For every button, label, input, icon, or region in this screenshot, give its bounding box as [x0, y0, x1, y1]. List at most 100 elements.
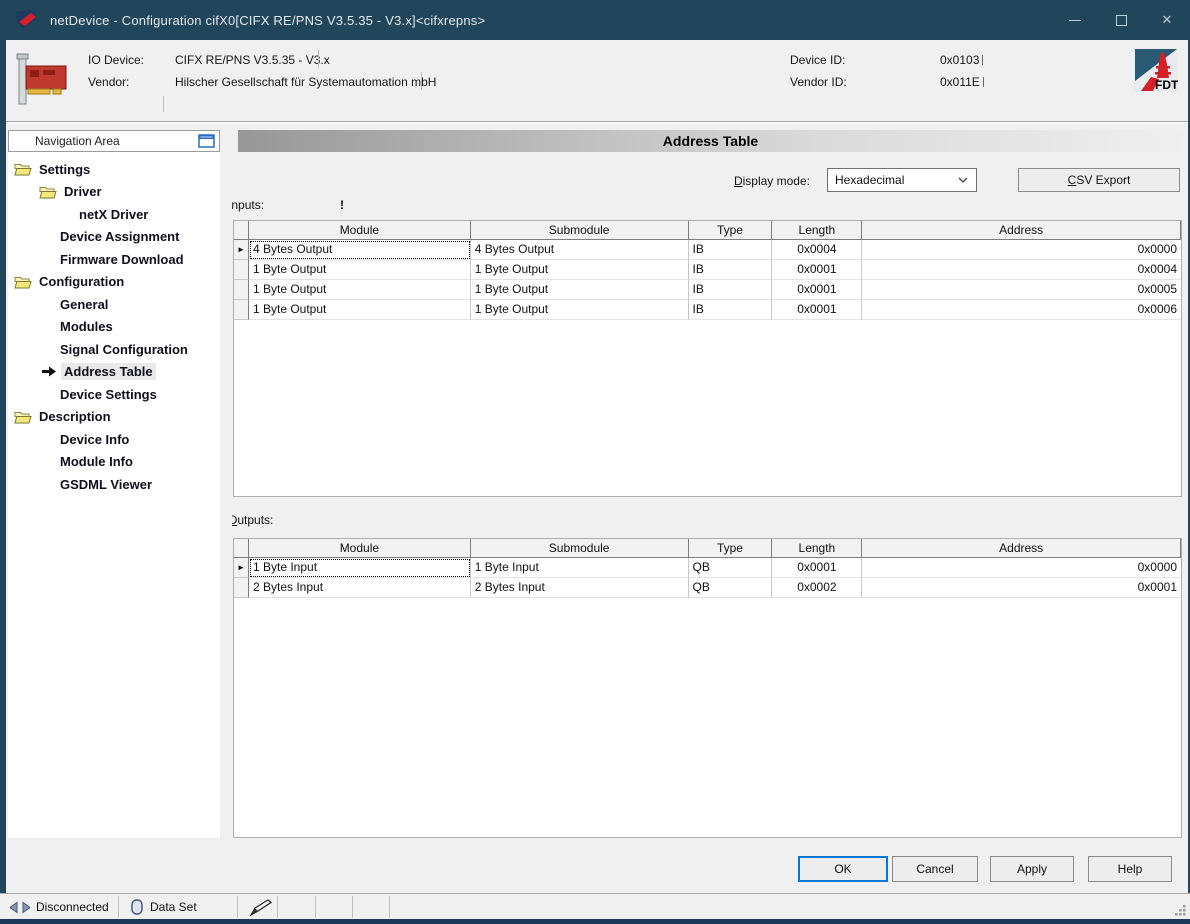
nav-item-settings[interactable]: Settings [8, 158, 220, 181]
nav-item-module-info[interactable]: Module Info [8, 451, 220, 474]
csv-export-button[interactable]: CSV Export [1018, 168, 1180, 192]
minimize-icon [1069, 20, 1081, 21]
statusbar-separator [315, 896, 316, 918]
cell-type[interactable]: IB [689, 240, 773, 260]
pen-icon [250, 899, 272, 916]
cell-submodule[interactable]: 1 Byte Output [471, 300, 689, 320]
cell-module[interactable]: 1 Byte Output [249, 260, 471, 280]
cell-length[interactable]: 0x0001 [772, 558, 862, 578]
table-row[interactable]: ► 4 Bytes Output 4 Bytes Output IB 0x000… [234, 240, 1181, 260]
vendor-value: Hilscher Gesellschaft für Systemautomati… [175, 75, 436, 89]
current-page-arrow-icon [41, 366, 57, 378]
row-marker-cell [234, 280, 249, 300]
help-button[interactable]: Help [1088, 856, 1172, 882]
cell-module[interactable]: 4 Bytes Output [249, 240, 471, 260]
nav-item-description[interactable]: Description [8, 406, 220, 429]
cell-submodule[interactable]: 2 Bytes Input [471, 578, 689, 598]
cell-submodule[interactable]: 1 Byte Output [471, 280, 689, 300]
cell-module[interactable]: 1 Byte Input [249, 558, 471, 578]
nav-item-firmware-download[interactable]: Firmware Download [8, 248, 220, 271]
table-row[interactable]: 2 Bytes Input 2 Bytes Input QB 0x0002 0x… [234, 578, 1181, 598]
cell-type[interactable]: QB [689, 578, 773, 598]
column-header-submodule[interactable]: Submodule [471, 221, 689, 240]
table-row[interactable]: 1 Byte Output 1 Byte Output IB 0x0001 0x… [234, 260, 1181, 280]
cell-type[interactable]: IB [689, 260, 773, 280]
cell-module[interactable]: 2 Bytes Input [249, 578, 471, 598]
row-marker-cell [234, 300, 249, 320]
table-row[interactable]: 1 Byte Output 1 Byte Output IB 0x0001 0x… [234, 280, 1181, 300]
vendor-id-label: Vendor ID: [790, 75, 847, 89]
cell-length[interactable]: 0x0002 [772, 578, 862, 598]
connection-status: Disconnected [10, 894, 109, 920]
cancel-button[interactable]: Cancel [892, 856, 978, 882]
nav-item-device-settings[interactable]: Device Settings [8, 383, 220, 406]
nav-item-driver[interactable]: Driver [8, 181, 220, 204]
maximize-button[interactable] [1098, 0, 1144, 40]
table-row[interactable]: ► 1 Byte Input 1 Byte Input QB 0x0001 0x… [234, 558, 1181, 578]
column-header-type[interactable]: Type [689, 221, 773, 240]
cell-type[interactable]: IB [689, 280, 773, 300]
cell-address[interactable]: 0x0000 [862, 558, 1181, 578]
cell-submodule[interactable]: 1 Byte Input [471, 558, 689, 578]
statusbar-separator [352, 896, 353, 918]
nav-item-configuration[interactable]: Configuration [8, 271, 220, 294]
field-separator [163, 96, 164, 112]
display-mode-select[interactable]: Hexadecimal [827, 168, 977, 192]
current-row-marker-icon: ► [237, 240, 245, 259]
io-device-value: CIFX RE/PNS V3.5.35 - V3.x [175, 53, 330, 67]
cell-module[interactable]: 1 Byte Output [249, 280, 471, 300]
nav-item-device-assignment[interactable]: Device Assignment [8, 226, 220, 249]
column-header-type[interactable]: Type [689, 539, 773, 558]
cell-module[interactable]: 1 Byte Output [249, 300, 471, 320]
nav-item-gsdml-viewer[interactable]: GSDML Viewer [8, 473, 220, 496]
main-pane: Address Table Display mode: Hexadecimal … [232, 130, 1183, 838]
cell-submodule[interactable]: 4 Bytes Output [471, 240, 689, 260]
nav-item-netx-driver[interactable]: netX Driver [8, 203, 220, 226]
nav-item-device-info[interactable]: Device Info [8, 428, 220, 451]
nav-item-address-table-selected[interactable]: Address Table [8, 361, 220, 384]
clipped-text-mark [982, 55, 984, 65]
edit-indicator [250, 894, 272, 920]
cell-type[interactable]: QB [689, 558, 773, 578]
close-icon: ✕ [1162, 12, 1173, 28]
cell-length[interactable]: 0x0004 [772, 240, 862, 260]
column-header-module[interactable]: Module [249, 221, 471, 240]
titlebar: netDevice - Configuration cifX0[CIFX RE/… [0, 0, 1190, 40]
column-header-length[interactable]: Length [772, 221, 862, 240]
statusbar-separator [118, 896, 119, 918]
column-header-address[interactable]: Address [862, 539, 1181, 558]
apply-button[interactable]: Apply [990, 856, 1074, 882]
column-header-module[interactable]: Module [249, 539, 471, 558]
nav-item-general[interactable]: General [8, 293, 220, 316]
cell-address[interactable]: 0x0004 [862, 260, 1181, 280]
cell-address[interactable]: 0x0000 [862, 240, 1181, 260]
cell-address[interactable]: 0x0005 [862, 280, 1181, 300]
cell-length[interactable]: 0x0001 [772, 260, 862, 280]
nav-item-signal-configuration[interactable]: Signal Configuration [8, 338, 220, 361]
nav-item-modules[interactable]: Modules [8, 316, 220, 339]
connection-icon [10, 901, 30, 914]
row-marker-cell [234, 260, 249, 280]
io-device-label: IO Device: [88, 53, 144, 67]
resize-grip[interactable] [1175, 905, 1186, 916]
cell-length[interactable]: 0x0001 [772, 280, 862, 300]
column-header-address[interactable]: Address [862, 221, 1181, 240]
status-bar: Disconnected Data Set [0, 893, 1190, 919]
table-row[interactable]: 1 Byte Output 1 Byte Output IB 0x0001 0x… [234, 300, 1181, 320]
current-row-marker-icon: ► [237, 558, 245, 577]
fdt-logo: FDT [1134, 48, 1178, 92]
ok-button[interactable]: OK [798, 856, 888, 882]
vendor-label: Vendor: [88, 75, 129, 89]
cell-address[interactable]: 0x0001 [862, 578, 1181, 598]
column-header-length[interactable]: Length [772, 539, 862, 558]
pin-panel-icon[interactable] [198, 134, 215, 148]
row-marker-cell: ► [234, 558, 249, 578]
cell-submodule[interactable]: 1 Byte Output [471, 260, 689, 280]
window-controls: ✕ [1052, 0, 1190, 40]
cell-address[interactable]: 0x0006 [862, 300, 1181, 320]
column-header-submodule[interactable]: Submodule [471, 539, 689, 558]
cell-length[interactable]: 0x0001 [772, 300, 862, 320]
minimize-button[interactable] [1052, 0, 1098, 40]
close-button[interactable]: ✕ [1144, 0, 1190, 40]
cell-type[interactable]: IB [689, 300, 773, 320]
